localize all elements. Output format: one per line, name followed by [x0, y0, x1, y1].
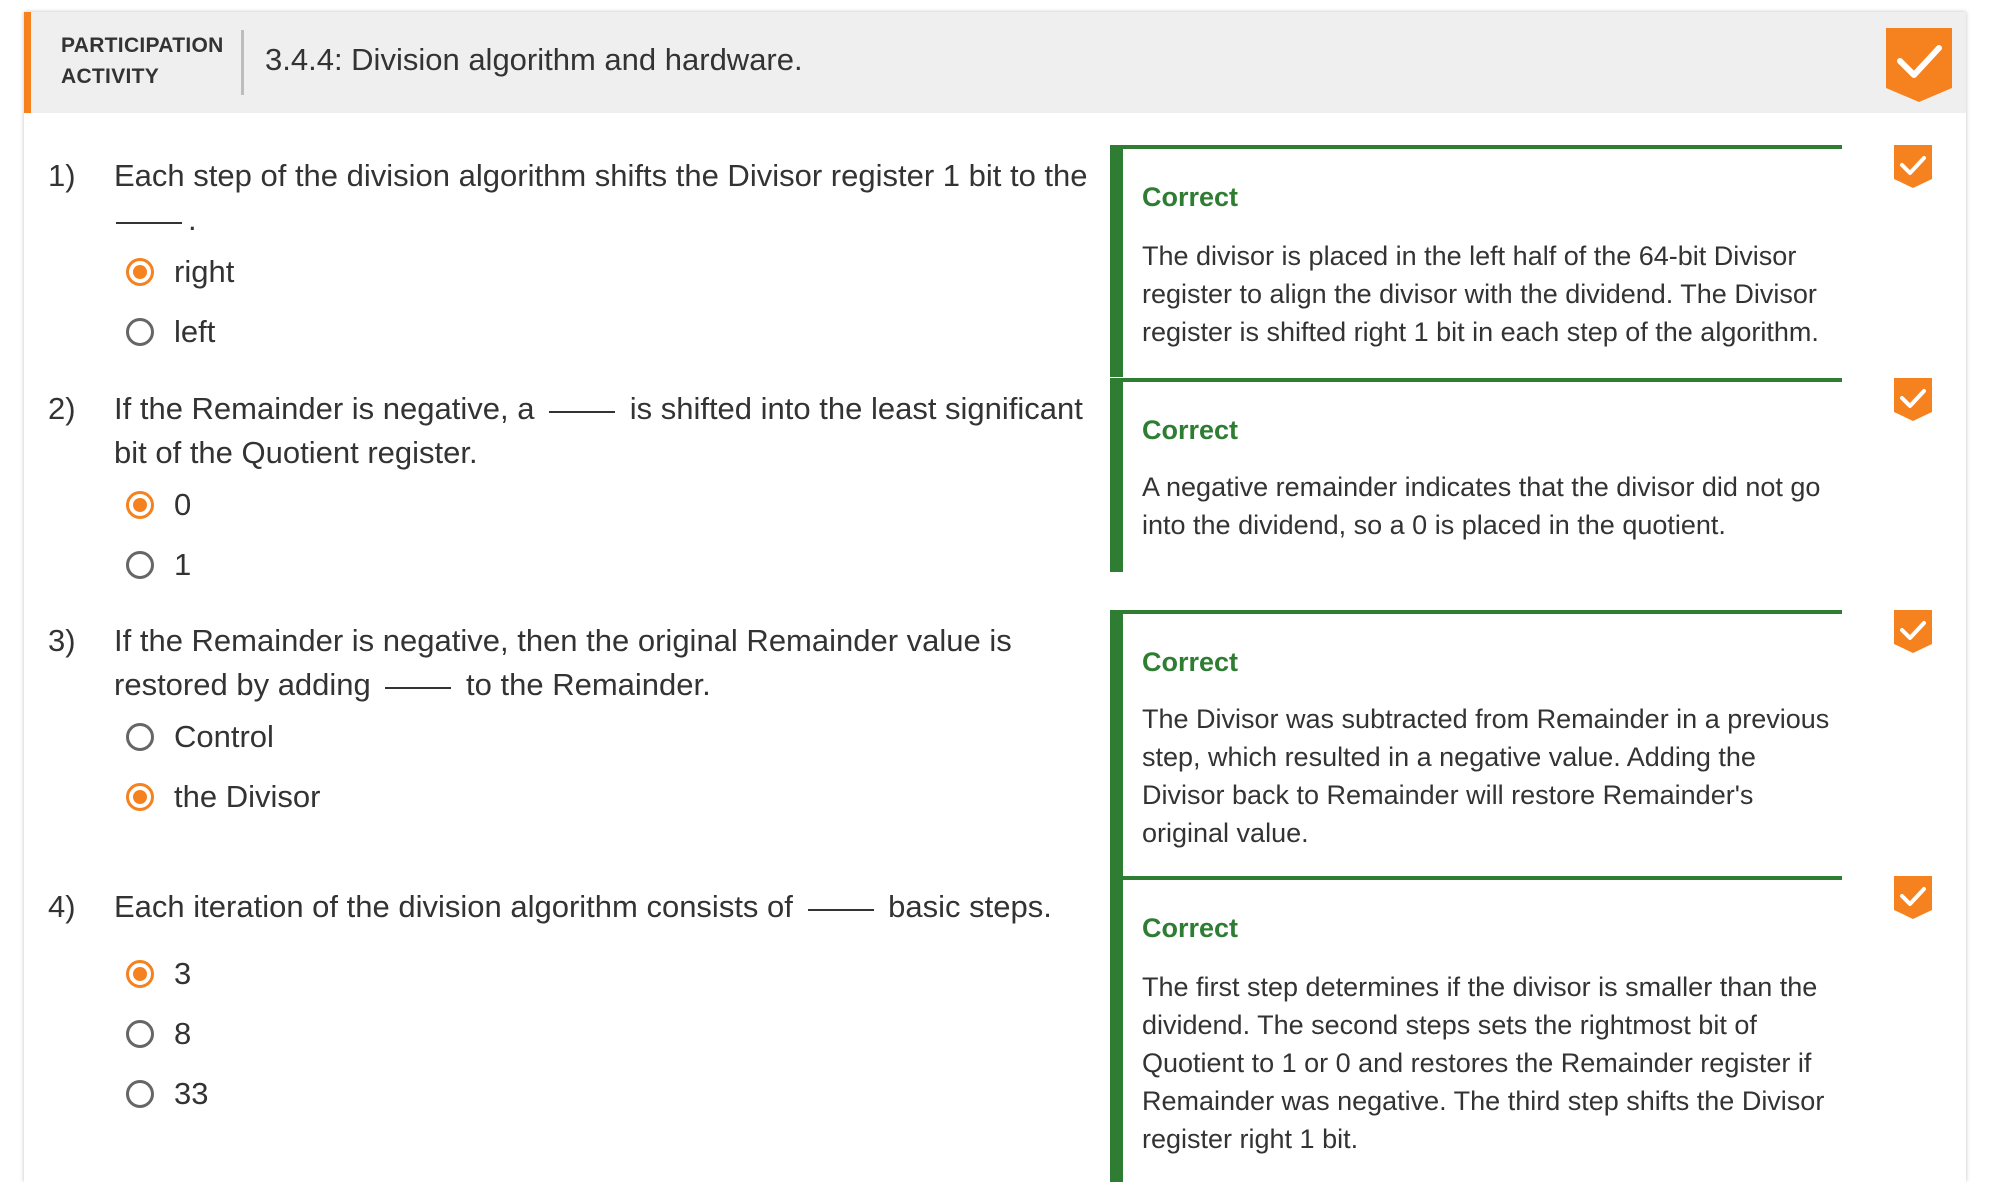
question-text: Each step of the division algorithm shif… — [114, 154, 1094, 242]
choice-right[interactable]: right — [126, 252, 234, 292]
answer-blank — [116, 221, 182, 224]
choice-label: 8 — [174, 1016, 192, 1051]
question-1-check-icon — [1894, 145, 1932, 188]
choice-the-divisor[interactable]: the Divisor — [126, 777, 320, 817]
feedback-box-4: Correct The first step determines if the… — [1110, 876, 1842, 1182]
choice-label: 33 — [174, 1076, 209, 1111]
feedback-box-3: Correct The Divisor was subtracted from … — [1110, 610, 1842, 878]
choice-label: 1 — [174, 547, 192, 582]
radio-icon[interactable] — [126, 723, 154, 751]
answer-blank — [385, 686, 452, 689]
question-text: If the Remainder is negative, then the o… — [114, 619, 1094, 707]
check-badge-icon — [1886, 28, 1952, 102]
answer-blank — [807, 908, 874, 911]
choice-1[interactable]: 1 — [126, 545, 191, 585]
question-text-after: to the Remainder. — [466, 667, 711, 702]
choice-8[interactable]: 8 — [126, 1014, 191, 1054]
feedback-label: Correct — [1142, 415, 1239, 445]
participation-activity-label: PARTICIPATION ACTIVITY — [61, 34, 224, 88]
choice-control[interactable]: Control — [126, 717, 274, 757]
radio-selected-icon[interactable] — [126, 960, 154, 988]
choice-3[interactable]: 3 — [126, 954, 191, 994]
question-2-check-icon — [1894, 378, 1932, 421]
radio-icon[interactable] — [126, 551, 154, 579]
radio-icon[interactable] — [126, 1080, 154, 1108]
choice-label: 3 — [174, 956, 192, 991]
question-text-after: basic steps. — [888, 889, 1052, 924]
choice-label: Control — [174, 719, 274, 754]
feedback-text: The divisor is placed in the left half o… — [1142, 241, 1819, 347]
question-number: 3) — [48, 623, 76, 658]
choice-0[interactable]: 0 — [126, 485, 191, 525]
question-text-before: If the Remainder is negative, a — [114, 391, 535, 426]
question-number: 1) — [48, 158, 76, 193]
question-text-before: Each step of the division algorithm shif… — [114, 158, 1088, 193]
question-text: If the Remainder is negative, a is shift… — [114, 387, 1094, 475]
choice-left[interactable]: left — [126, 312, 215, 352]
feedback-label: Correct — [1142, 913, 1239, 943]
radio-icon[interactable] — [126, 318, 154, 346]
answer-blank — [549, 410, 616, 413]
question-3-check-icon — [1894, 610, 1932, 653]
question-text: Each iteration of the division algorithm… — [114, 885, 1094, 929]
choice-label: right — [174, 254, 235, 289]
question-text-after: . — [188, 202, 197, 237]
radio-selected-icon[interactable] — [126, 491, 154, 519]
radio-selected-icon[interactable] — [126, 258, 154, 286]
feedback-box-1: Correct The divisor is placed in the lef… — [1110, 145, 1842, 377]
question-4-check-icon — [1894, 876, 1932, 919]
question-text-before: Each iteration of the division algorithm… — [114, 889, 793, 924]
question-number: 2) — [48, 391, 76, 426]
choice-33[interactable]: 33 — [126, 1074, 208, 1114]
choice-label: 0 — [174, 487, 192, 522]
feedback-label: Correct — [1142, 647, 1239, 677]
feedback-box-2: Correct A negative remainder indicates t… — [1110, 378, 1842, 572]
choice-label: left — [174, 314, 216, 349]
header-divider — [241, 30, 244, 95]
activity-title: 3.4.4: Division algorithm and hardware. — [265, 42, 803, 77]
participation-activity-card: PARTICIPATION ACTIVITY 3.4.4: Division a… — [24, 12, 1966, 1182]
radio-selected-icon[interactable] — [126, 783, 154, 811]
feedback-label: Correct — [1142, 182, 1239, 212]
feedback-text: The Divisor was subtracted from Remainde… — [1142, 704, 1830, 848]
feedback-text: A negative remainder indicates that the … — [1142, 472, 1821, 540]
feedback-text: The first step determines if the divisor… — [1142, 972, 1825, 1154]
activity-header: PARTICIPATION ACTIVITY 3.4.4: Division a… — [24, 12, 1966, 113]
radio-icon[interactable] — [126, 1020, 154, 1048]
question-number: 4) — [48, 889, 76, 924]
choice-label: the Divisor — [174, 779, 321, 814]
